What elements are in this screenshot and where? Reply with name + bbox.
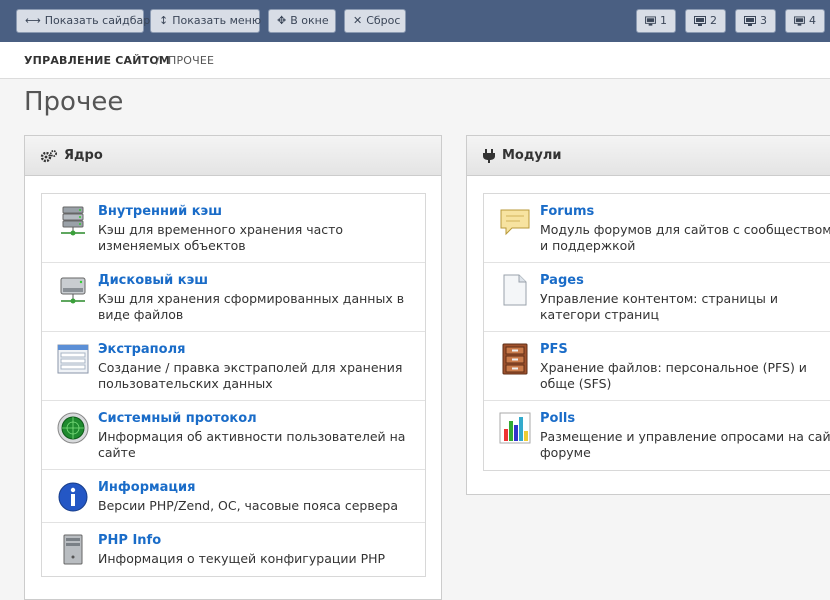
list-item: Forums Модуль форумов для сайтов с сообщ… — [484, 194, 830, 263]
move-icon: ✥ — [277, 14, 287, 27]
modules-list: Forums Модуль форумов для сайтов с сообщ… — [483, 193, 830, 471]
core-panel-header: Ядро — [25, 136, 441, 176]
core-item-title-link[interactable]: Экстраполя — [98, 342, 185, 357]
gears-icon — [40, 149, 57, 162]
radar-icon — [57, 412, 89, 444]
screen-4-button[interactable]: 4 — [785, 9, 825, 33]
module-item-desc: Хранение файлов: персональное (PFS) и об… — [540, 360, 807, 391]
list-item: Системный протокол Информация об активно… — [42, 401, 425, 470]
core-panel-title: Ядро — [64, 148, 103, 163]
modules-panel-header: Модули — [467, 136, 830, 176]
show-menu-label: Показать меню — [172, 14, 262, 27]
monitor-icon — [794, 15, 805, 26]
screen-1-button[interactable]: 1 — [636, 9, 676, 33]
speech-bubble-icon — [500, 209, 530, 236]
breadcrumb-current: ПРОЧЕЕ — [168, 54, 215, 67]
reset-label: Сброс — [366, 14, 401, 27]
core-item-title-link[interactable]: Системный протокол — [98, 411, 257, 426]
list-item: Экстраполя Создание / правка экстраполей… — [42, 332, 425, 401]
breadcrumb-root-link[interactable]: УПРАВЛЕНИЕ САЙТОМ — [24, 54, 170, 67]
monitor-icon — [645, 15, 656, 26]
list-item: Информация Версии PHP/Zend, ОС, часовые … — [42, 470, 425, 523]
show-sidebar-label: Показать сайдбар — [44, 14, 151, 27]
list-item: Pages Управление контентом: страницы и к… — [484, 263, 830, 332]
core-list: Внутренний кэш Кэш для временного хранен… — [41, 193, 426, 577]
core-item-desc: Версии PHP/Zend, ОС, часовые пояса серве… — [98, 498, 399, 513]
module-item-desc: Размещение и управление опросами на сайт… — [540, 429, 830, 460]
arrows-horizontal-icon: ⟷ — [25, 14, 41, 27]
breadcrumb: УПРАВЛЕНИЕ САЙТОМ / ПРОЧЕЕ — [0, 42, 830, 79]
modules-panel-title: Модули — [502, 148, 562, 163]
disk-drive-icon — [60, 277, 86, 304]
bar-chart-icon — [499, 412, 531, 444]
list-item: Дисковый кэш Кэш для хранения сформирова… — [42, 263, 425, 332]
file-cabinet-icon — [502, 343, 528, 375]
core-panel: Ядро Внутренний кэш Кэш для временного х… — [24, 135, 442, 600]
form-fields-icon — [57, 344, 89, 374]
monitor-icon — [694, 15, 706, 26]
module-item-desc: Управление контентом: страницы и категор… — [540, 291, 778, 322]
module-item-title-link[interactable]: PFS — [540, 342, 568, 357]
core-item-desc: Информация о текущей конфигурации PHP — [98, 551, 386, 566]
core-item-desc: Создание / правка экстраполей для хранен… — [98, 360, 403, 391]
show-sidebar-button[interactable]: ⟷ Показать сайдбар — [16, 9, 150, 33]
document-icon — [503, 274, 527, 306]
screen-1-label: 1 — [660, 14, 667, 27]
module-item-title-link[interactable]: Pages — [540, 273, 584, 288]
arrows-vertical-icon: ↕ — [159, 14, 169, 27]
core-item-title-link[interactable]: Информация — [98, 480, 196, 495]
screen-4-label: 4 — [809, 14, 816, 27]
close-icon: ✕ — [353, 14, 363, 27]
in-window-label: В окне — [290, 14, 329, 27]
core-item-desc: Кэш для хранения сформированных данных в… — [98, 291, 405, 322]
in-window-button[interactable]: ✥ В окне — [268, 9, 336, 33]
top-toolbar: ⟷ Показать сайдбар ↕ Показать меню ✥ В о… — [0, 0, 830, 42]
show-menu-button[interactable]: ↕ Показать меню — [150, 9, 262, 33]
modules-panel: Модули Forums Модуль форумов для сайтов … — [466, 135, 830, 495]
monitor-icon — [744, 15, 756, 26]
core-item-title-link[interactable]: PHP Info — [98, 533, 161, 548]
info-icon — [58, 482, 88, 512]
breadcrumb-separator: / — [156, 54, 160, 67]
list-item: Внутренний кэш Кэш для временного хранен… — [42, 194, 425, 263]
list-item: PFS Хранение файлов: персональное (PFS) … — [484, 332, 830, 401]
core-item-title-link[interactable]: Внутренний кэш — [98, 204, 222, 219]
screen-2-button[interactable]: 2 — [685, 9, 726, 33]
screen-2-label: 2 — [710, 14, 717, 27]
list-item: Polls Размещение и управление опросами н… — [484, 401, 830, 470]
core-item-desc: Кэш для временного хранения часто изменя… — [98, 222, 344, 253]
page-title: Прочее — [24, 87, 124, 117]
plug-icon — [483, 148, 495, 163]
reset-button[interactable]: ✕ Сброс — [344, 9, 406, 33]
screen-3-label: 3 — [760, 14, 767, 27]
core-item-desc: Информация об активности пользователей н… — [98, 429, 406, 460]
computer-tower-icon — [63, 534, 83, 565]
module-item-title-link[interactable]: Forums — [540, 204, 594, 219]
server-icon — [61, 206, 85, 236]
core-item-title-link[interactable]: Дисковый кэш — [98, 273, 208, 288]
screen-3-button[interactable]: 3 — [735, 9, 776, 33]
module-item-title-link[interactable]: Polls — [540, 411, 575, 426]
module-item-desc: Модуль форумов для сайтов с сообществом … — [540, 222, 830, 253]
list-item: PHP Info Информация о текущей конфигурац… — [42, 523, 425, 576]
